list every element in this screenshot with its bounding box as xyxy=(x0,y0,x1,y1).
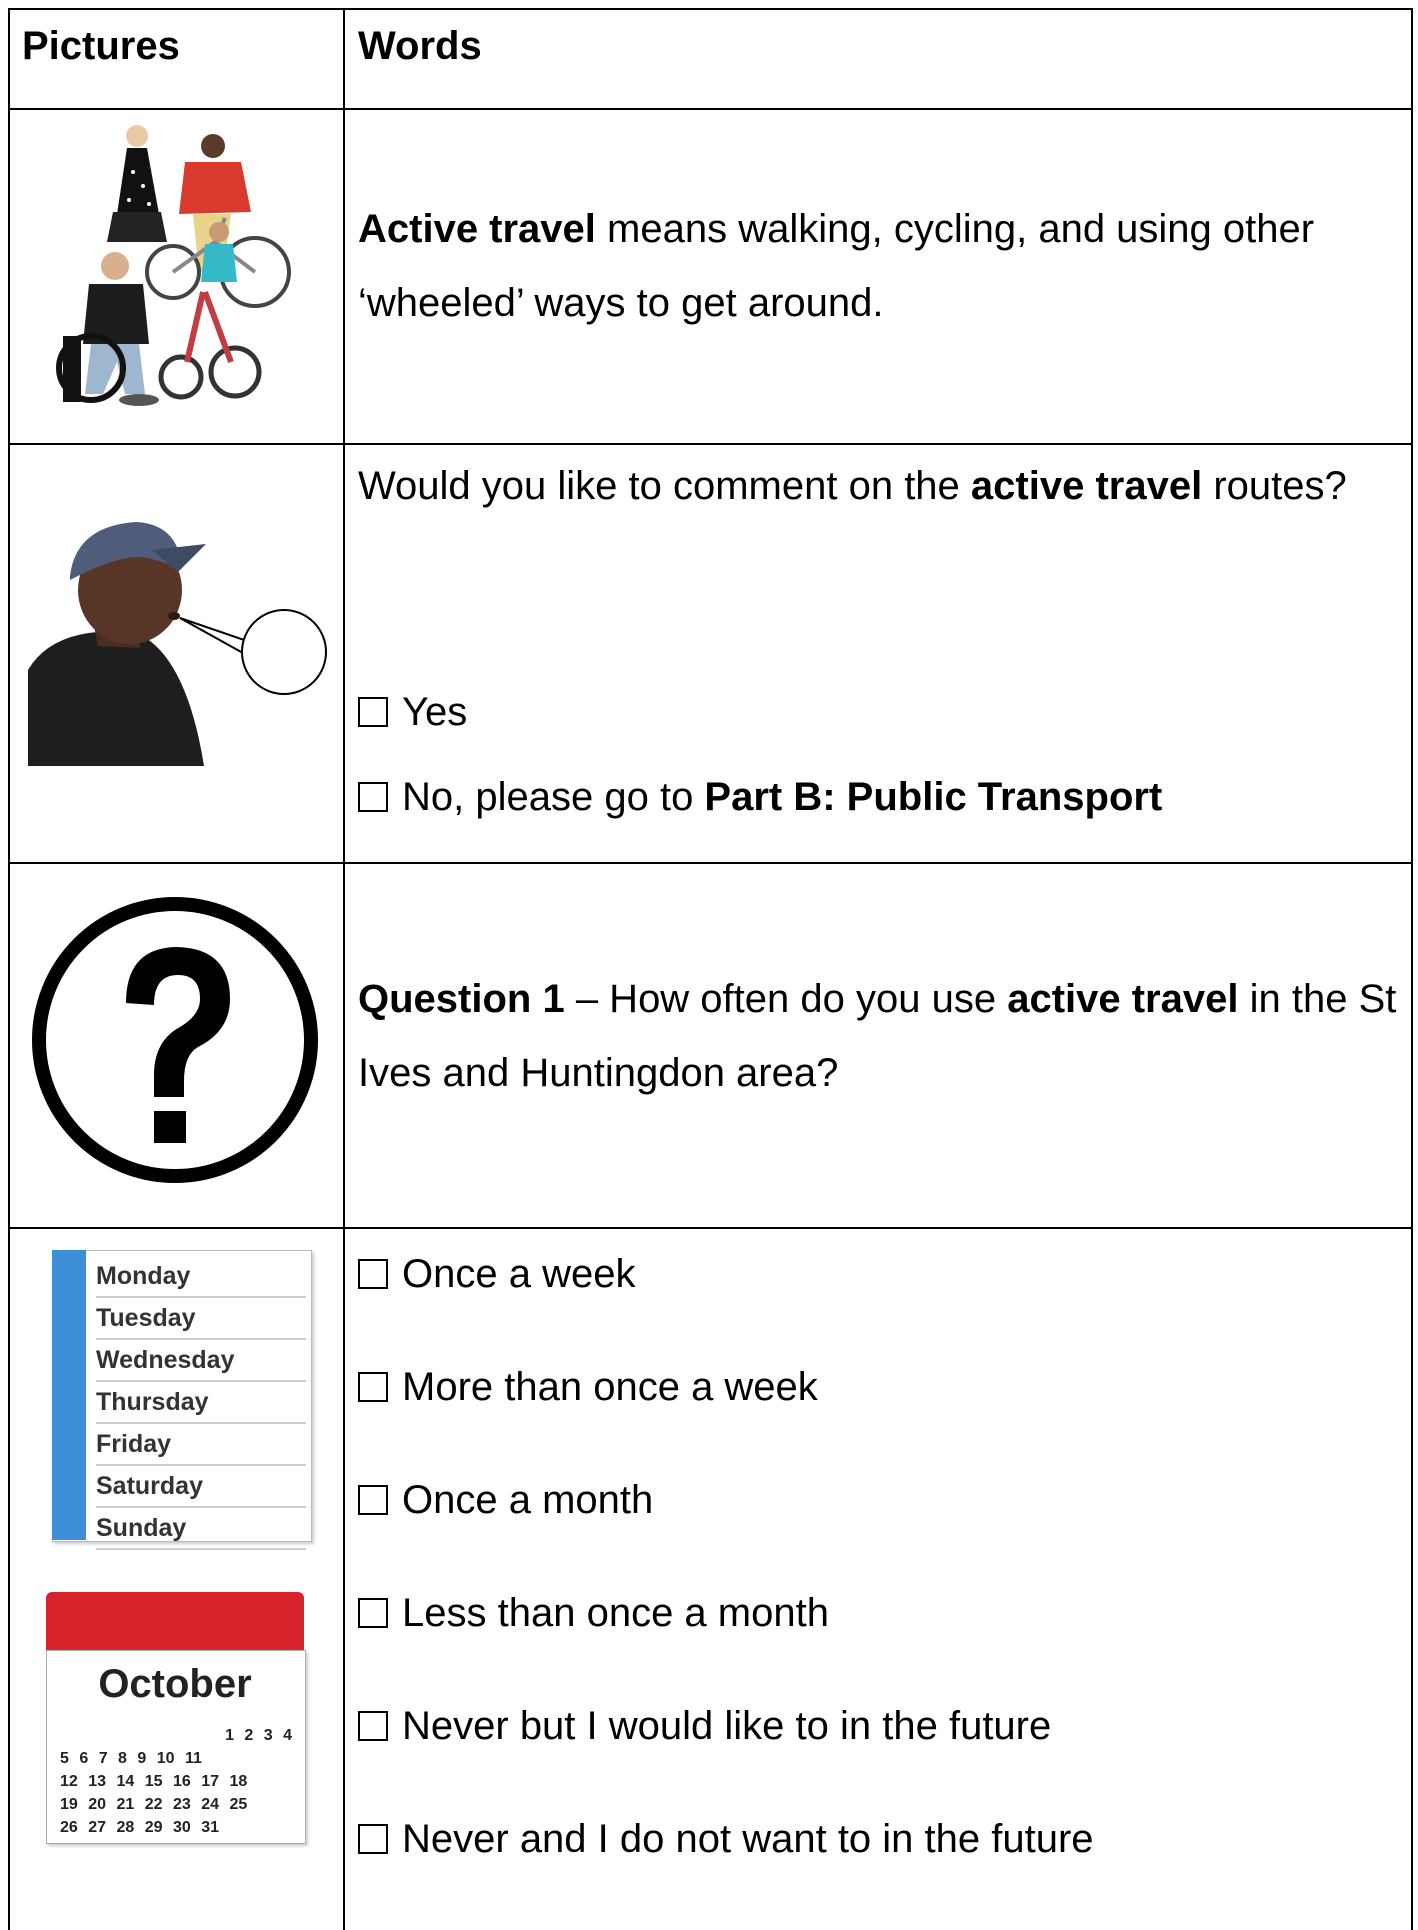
option-no[interactable]: No, please go to Part B: Public Transpor… xyxy=(358,773,1162,821)
question-1: Question 1 – How often do you use active… xyxy=(358,977,1397,1095)
row-divider xyxy=(8,443,1413,445)
checkbox[interactable] xyxy=(358,1485,388,1515)
diary-day: Tuesday xyxy=(96,1298,306,1340)
header-words: Words xyxy=(358,24,482,68)
row-divider xyxy=(8,862,1413,864)
group-of-people-with-bikes-and-wheelchair-icon xyxy=(56,125,291,406)
calendar-month: October xyxy=(98,1662,252,1706)
frequency-option[interactable]: Never but I would like to in the future xyxy=(358,1702,1051,1750)
checkbox[interactable] xyxy=(358,1711,388,1741)
calendar-week-row: 26 27 28 29 30 31 xyxy=(60,1819,220,1836)
header-pictures: Pictures xyxy=(22,24,180,68)
frequency-option[interactable]: Less than once a month xyxy=(358,1589,829,1637)
row-divider xyxy=(8,108,1413,110)
diary-day: Wednesday xyxy=(96,1340,306,1382)
frequency-option[interactable]: More than once a week xyxy=(358,1363,818,1411)
calendar-week-row: 12 13 14 15 16 17 18 xyxy=(60,1773,248,1790)
checkbox[interactable] xyxy=(358,782,388,812)
active-travel-definition: Active travel means walking, cycling, an… xyxy=(358,207,1315,325)
diary-day: Friday xyxy=(96,1424,306,1466)
column-divider xyxy=(343,8,345,1930)
option-label: Never but I would like to in the future xyxy=(402,1704,1052,1748)
option-label: Once a month xyxy=(402,1478,654,1522)
row-divider xyxy=(8,1227,1413,1229)
diary-day: Monday xyxy=(96,1256,306,1298)
option-label: Once a week xyxy=(402,1252,636,1296)
checkbox[interactable] xyxy=(358,1598,388,1628)
table-border-left xyxy=(8,8,10,1930)
diary-day: Thursday xyxy=(96,1382,306,1424)
checkbox[interactable] xyxy=(358,1259,388,1289)
option-label: More than once a week xyxy=(402,1365,818,1409)
table-border-right xyxy=(1411,8,1413,1930)
option-label: Never and I do not want to in the future xyxy=(402,1817,1094,1861)
table-border-top xyxy=(8,8,1413,10)
checkbox[interactable] xyxy=(358,1372,388,1402)
calendar-week-row: 5 6 7 8 9 10 11 xyxy=(60,1750,202,1767)
frequency-option[interactable]: Once a month xyxy=(358,1476,653,1524)
option-yes[interactable]: Yes xyxy=(358,688,467,736)
calendar-week-row: 1 2 3 4 xyxy=(225,1727,292,1744)
diary-day: Saturday xyxy=(96,1466,306,1508)
frequency-option[interactable]: Once a week xyxy=(358,1250,635,1298)
calendar-icon: October 1 2 3 4 5 6 7 8 9 10 11 12 13 14 1… xyxy=(46,1578,308,1868)
question-mark-icon xyxy=(32,897,318,1183)
weekly-diary-icon: Monday Tuesday Wednesday Thursday Friday Satu… xyxy=(30,1250,312,1550)
diary-day: Sunday xyxy=(96,1508,306,1550)
person-speaking-icon xyxy=(28,522,327,766)
checkbox[interactable] xyxy=(358,1824,388,1854)
frequency-option[interactable]: Never and I do not want to in the future xyxy=(358,1815,1094,1863)
checkbox[interactable] xyxy=(358,697,388,727)
comment-question: Would you like to comment on the active … xyxy=(358,464,1347,508)
calendar-week-row: 19 20 21 22 23 24 25 xyxy=(60,1796,248,1813)
option-label: Less than once a month xyxy=(402,1591,829,1635)
